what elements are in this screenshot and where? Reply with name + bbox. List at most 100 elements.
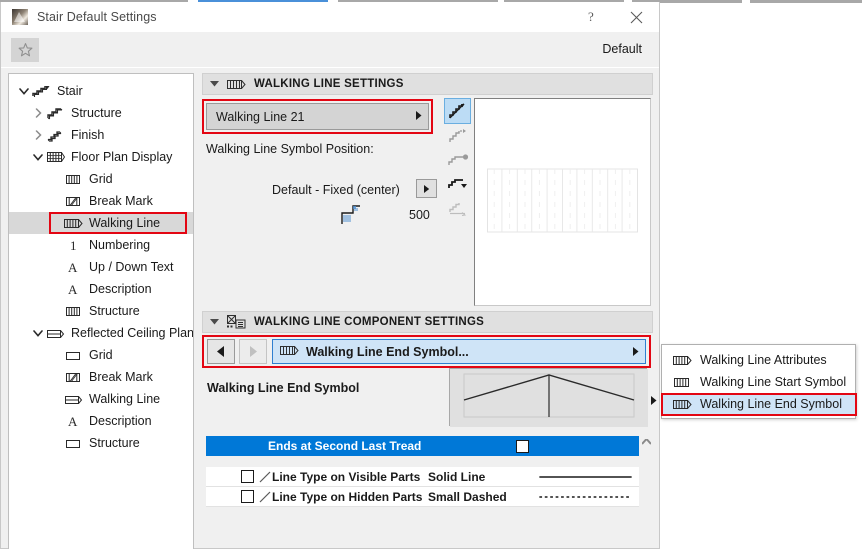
pen-line-icon — [258, 491, 272, 503]
menu-item-label: Walking Line Start Symbol — [700, 375, 847, 389]
tree-item-grid[interactable]: Grid — [9, 344, 193, 366]
walking-line-settings-header[interactable]: WALKING LINE SETTINGS — [202, 73, 653, 95]
walkline-faint-icon[interactable] — [444, 196, 471, 220]
menu-item-walking-line-attributes[interactable]: Walking Line Attributes — [662, 349, 855, 371]
tree-item-description[interactable]: A Description — [9, 410, 193, 432]
walkline-dropdown-icon[interactable] — [444, 172, 471, 196]
tree-item-label: Up / Down Text — [89, 260, 174, 274]
component-selector[interactable]: Walking Line End Symbol... — [272, 339, 646, 364]
default-label: Default — [602, 42, 642, 56]
chevron-down-icon[interactable] — [210, 81, 219, 87]
help-button[interactable]: ? — [569, 2, 614, 32]
star-icon — [18, 42, 32, 56]
grid-row-selected[interactable]: Ends at Second Last Tread — [206, 436, 639, 456]
prev-component-button[interactable] — [207, 339, 235, 364]
grid-row-checkbox[interactable] — [516, 439, 529, 453]
break-mark-icon — [63, 193, 84, 209]
tree-item-walking-line[interactable]: Walking Line — [9, 388, 193, 410]
stair-preview — [474, 98, 651, 306]
component-settings-header[interactable]: WALKING LINE COMPONENT SETTINGS — [202, 311, 653, 333]
favorites-button[interactable] — [11, 37, 39, 62]
tree-item-structure[interactable]: Structure — [9, 300, 193, 322]
chevron-right-icon — [416, 111, 422, 122]
tree-item-floor-plan-display[interactable]: Floor Plan Display — [9, 146, 193, 168]
grid-selected-rows[interactable]: Ends at Second Last Tread — [206, 436, 639, 456]
settings-tree[interactable]: Stair Structure Finish Floor Plan Display Gr… — [9, 74, 193, 454]
tree-item-label: Description — [89, 414, 152, 428]
line-type-value: Small Dashed — [428, 489, 507, 504]
symbol-position-dropdown[interactable] — [416, 179, 437, 198]
tree-item-finish[interactable]: Finish — [9, 124, 193, 146]
tree-item-walking-line[interactable]: Walking Line — [9, 212, 193, 234]
tree-item-break-mark[interactable]: Break Mark — [9, 190, 193, 212]
line-type-checkbox[interactable] — [241, 470, 254, 483]
scroll-up-icon[interactable] — [640, 433, 653, 451]
grid-rows[interactable]: Line Type on Visible Parts Solid Line Line… — [206, 467, 639, 507]
chevron-right-icon[interactable] — [31, 102, 45, 124]
tree-item-stair[interactable]: Stair — [9, 80, 193, 102]
end-symbol-label: Walking Line End Symbol — [207, 381, 360, 395]
symbol-position-label: Walking Line Symbol Position: — [206, 142, 374, 156]
walking-line-icon — [63, 215, 84, 231]
settings-tree-panel: Stair Structure Finish Floor Plan Display Gr… — [8, 73, 194, 549]
end-symbol-preview — [449, 368, 648, 427]
tree-item-numbering[interactable]: 1 Numbering — [9, 234, 193, 256]
grid-icon — [63, 303, 84, 319]
tree-item-break-mark[interactable]: Break Mark — [9, 366, 193, 388]
menu-item-walking-line-end-symbol[interactable]: Walking Line End Symbol — [662, 393, 855, 415]
grid-row-label: Ends at Second Last Tread — [268, 439, 422, 453]
chevron-down-icon[interactable] — [31, 146, 45, 168]
walkline-node-icon[interactable] — [444, 148, 471, 172]
component-popup-menu[interactable]: Walking Line Attributes Walking Line Star… — [661, 344, 857, 419]
walking-line-icon-2 — [280, 344, 299, 360]
line-type-value: Solid Line — [428, 469, 486, 484]
svg-text:A: A — [68, 282, 78, 296]
chevron-down-icon[interactable] — [31, 322, 45, 344]
chevron-down-icon[interactable] — [17, 80, 31, 102]
dialog-window: Stair Default Settings ? Default Stair S… — [0, 2, 660, 549]
walking-line-combo[interactable]: Walking Line 21 — [206, 103, 429, 130]
symbol-next-arrow[interactable] — [651, 394, 657, 408]
tree-item-label: Structure — [89, 304, 140, 318]
table-row[interactable]: Line Type on Hidden Parts Small Dashed — [206, 487, 639, 507]
tree-item-label: Grid — [89, 172, 113, 186]
line-type-checkbox[interactable] — [241, 490, 254, 503]
svg-text:A: A — [68, 414, 78, 428]
tree-item-reflected-ceiling-plan[interactable]: Reflected Ceiling Plan — [9, 322, 193, 344]
walkline-full-icon[interactable] — [444, 98, 471, 124]
floor-plan-icon — [45, 149, 66, 165]
offset-dimension-icon — [340, 204, 362, 229]
tree-item-structure[interactable]: Structure — [9, 432, 193, 454]
tree-item-structure[interactable]: Structure — [9, 102, 193, 124]
close-icon[interactable] — [614, 2, 659, 32]
walking-line-tool-column[interactable] — [444, 98, 471, 220]
next-component-button[interactable] — [239, 339, 267, 364]
window-buttons: ? — [569, 2, 659, 32]
tree-item-description[interactable]: A Description — [9, 278, 193, 300]
tree-item-grid[interactable]: Grid — [9, 168, 193, 190]
offset-value[interactable]: 500 — [409, 208, 430, 222]
tree-item-label: Grid — [89, 348, 113, 362]
line-type-preview — [538, 494, 639, 500]
stair-default-settings-window: Stair Default Settings ? Default Stair S… — [0, 0, 862, 549]
tree-item-label: Walking Line — [89, 392, 161, 406]
chevron-down-icon-2[interactable] — [210, 319, 219, 325]
chevron-right-icon[interactable] — [31, 124, 45, 146]
tree-item-up-down-text[interactable]: A Up / Down Text — [9, 256, 193, 278]
component-settings-title: WALKING LINE COMPONENT SETTINGS — [254, 316, 485, 328]
menu-item-walking-line-start-symbol[interactable]: Walking Line Start Symbol — [662, 371, 855, 393]
menu-item-label: Walking Line Attributes — [700, 353, 827, 367]
menu-item-label: Walking Line End Symbol — [700, 397, 842, 411]
table-row[interactable]: Line Type on Visible Parts Solid Line — [206, 467, 639, 487]
walkline-dim-icon[interactable] — [444, 124, 471, 148]
tree-item-label: Break Mark — [89, 194, 153, 208]
svg-text:?: ? — [588, 10, 594, 24]
